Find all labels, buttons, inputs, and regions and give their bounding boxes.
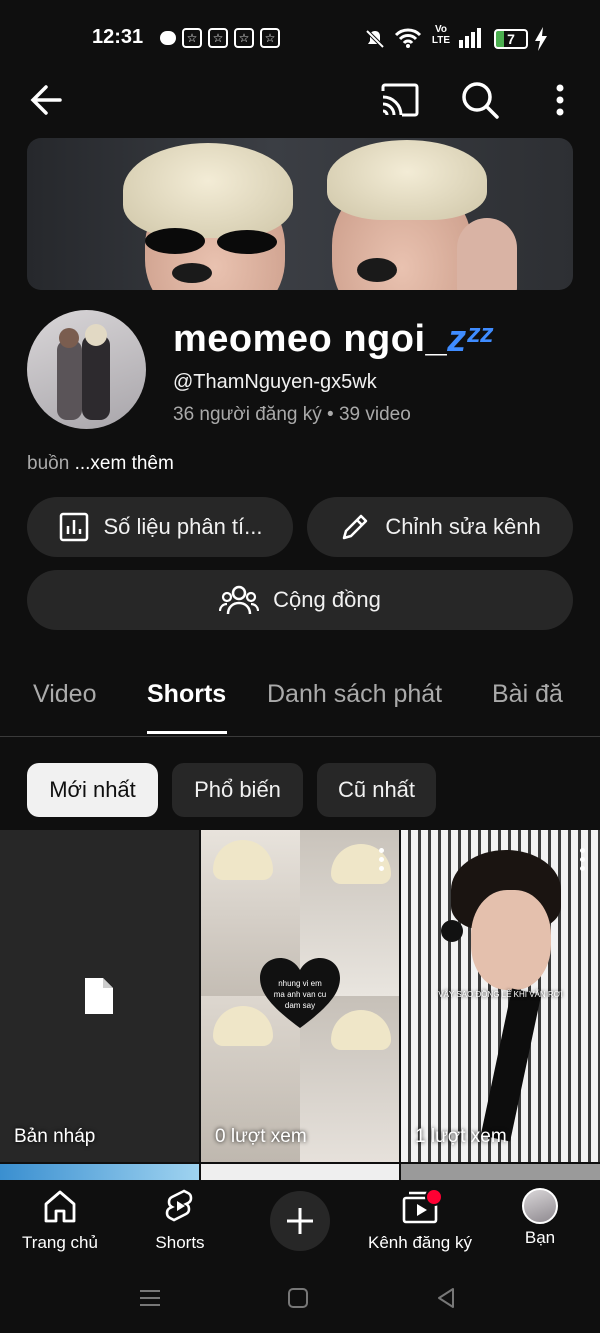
- chip-oldest[interactable]: Cũ nhất: [317, 763, 436, 817]
- short-thumbnail[interactable]: VẬY SAO ĐỒNG LẼ KHI VẪN RƠI 1 lượt xem: [401, 830, 600, 1162]
- charging-icon: [535, 27, 547, 51]
- active-tab-indicator: [147, 731, 227, 734]
- channel-avatar[interactable]: [27, 310, 146, 429]
- more-vertical-icon[interactable]: [538, 78, 582, 122]
- search-icon[interactable]: [458, 78, 502, 122]
- app-notification-icon: ☆: [234, 28, 254, 48]
- analytics-button[interactable]: Số liệu phân tí...: [27, 497, 293, 557]
- channel-name: meomeo ngoi_zᶻᶻ: [173, 318, 493, 360]
- short-thumbnail[interactable]: [201, 1164, 399, 1180]
- home-icon: [44, 1190, 76, 1223]
- more-options-icon[interactable]: [580, 848, 586, 875]
- signal-icon: [459, 28, 481, 48]
- document-icon: [85, 978, 113, 1014]
- cast-icon[interactable]: [378, 78, 422, 122]
- tab-shorts[interactable]: Shorts: [147, 680, 226, 709]
- draft-short[interactable]: Bản nháp: [0, 830, 199, 1162]
- short-thumbnail[interactable]: [0, 1164, 199, 1180]
- volte-label: Vo LTE: [431, 24, 451, 46]
- overlay-text: nhung vi em ma anh van cu dam say: [273, 979, 327, 1010]
- notification-dot: [425, 1188, 443, 1206]
- chip-newest[interactable]: Mới nhất: [27, 763, 158, 817]
- short-thumbnail[interactable]: nhung vi em ma anh van cu dam say 0 lượt…: [201, 830, 399, 1162]
- nav-shorts[interactable]: Shorts: [120, 1188, 240, 1253]
- community-icon: [219, 585, 260, 615]
- wifi-icon: [394, 28, 422, 48]
- channel-description[interactable]: buồn ...xem thêm: [27, 453, 174, 475]
- shorts-icon: [165, 1189, 193, 1222]
- edit-channel-button[interactable]: Chỉnh sửa kênh: [307, 497, 573, 557]
- chip-popular[interactable]: Phổ biến: [172, 763, 303, 817]
- nav-you[interactable]: Bạn: [480, 1188, 600, 1248]
- channel-stats: 36 người đăng ký • 39 video: [173, 404, 411, 425]
- short-thumbnail[interactable]: [401, 1164, 600, 1180]
- community-button[interactable]: Cộng đồng: [27, 570, 573, 630]
- tab-playlists[interactable]: Danh sách phát: [267, 680, 442, 709]
- tab-video[interactable]: Video: [33, 680, 97, 709]
- notification-icons: ☆ ☆ ☆ ☆: [160, 28, 280, 48]
- app-notification-icon: ☆: [260, 28, 280, 48]
- pencil-icon: [343, 514, 368, 540]
- status-time: 12:31: [92, 26, 144, 48]
- avatar: [522, 1188, 558, 1224]
- analytics-icon: [59, 512, 88, 542]
- overlay-text: VẬY SAO ĐỒNG LẼ KHI VẪN RƠI: [438, 990, 563, 999]
- short-views: Bản nháp: [14, 1126, 96, 1147]
- back-arrow-icon[interactable]: [26, 78, 70, 122]
- more-options-icon[interactable]: [379, 848, 385, 875]
- zzz-emoji: zᶻᶻ: [447, 318, 493, 360]
- short-views: 1 lượt xem: [415, 1126, 507, 1147]
- app-notification-icon: ☆: [208, 28, 228, 48]
- channel-banner: [27, 138, 573, 290]
- create-button[interactable]: [270, 1191, 330, 1251]
- nav-home[interactable]: Trang chủ: [0, 1188, 120, 1253]
- home-button-icon[interactable]: [286, 1286, 310, 1310]
- channel-handle: @ThamNguyen-gx5wk: [173, 371, 377, 393]
- tab-posts[interactable]: Bài đă: [492, 680, 600, 709]
- nav-subscriptions[interactable]: Kênh đăng ký: [360, 1188, 480, 1253]
- more-link[interactable]: ...xem thêm: [75, 453, 174, 474]
- create-icon: [287, 1208, 313, 1234]
- back-button-icon[interactable]: [434, 1286, 458, 1310]
- battery-icon: 7: [494, 29, 528, 49]
- short-views: 0 lượt xem: [215, 1126, 307, 1147]
- recent-apps-icon[interactable]: [138, 1286, 162, 1310]
- divider: [0, 736, 600, 737]
- system-navigation: [0, 1268, 600, 1333]
- mute-bell-icon: [365, 29, 385, 49]
- app-notification-icon: ☆: [182, 28, 202, 48]
- status-bar: 12:31 ☆ ☆ ☆ ☆ Vo LTE 7: [0, 0, 600, 78]
- chat-bubble-icon: [160, 31, 176, 45]
